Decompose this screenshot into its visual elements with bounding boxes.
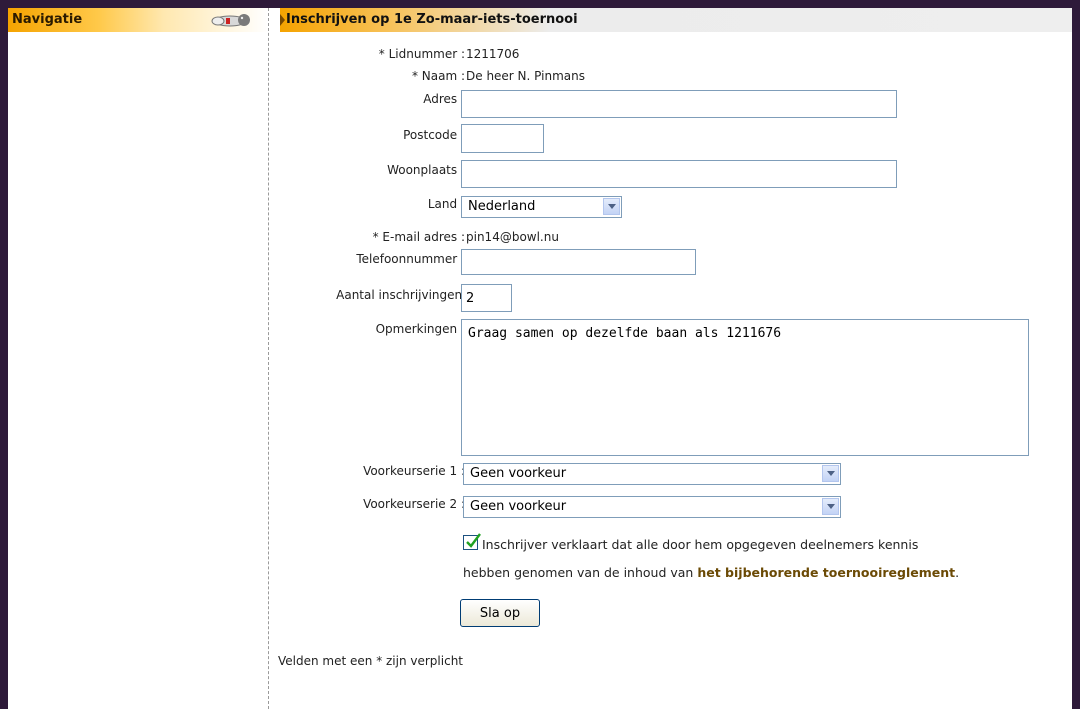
save-button[interactable]: Sla op <box>460 599 540 627</box>
voorkeur2-label-cell: Voorkeurserie 2 : <box>280 497 465 517</box>
land-select[interactable]: Nederland <box>461 196 622 218</box>
woonplaats-label-cell: Woonplaats : <box>280 163 465 183</box>
voorkeur1-label: Voorkeurserie 1 : <box>363 464 465 478</box>
naam-label-cell: * Naam : <box>280 69 465 89</box>
email-value: pin14@bowl.nu <box>466 230 559 244</box>
page: Navigatie Inschrijven op 1e Zo-maar-iets… <box>8 8 1072 709</box>
postcode-label-cell: Postcode : <box>280 128 465 148</box>
email-label-cell: * E-mail adres : <box>280 230 465 250</box>
voorkeur2-selected-value: Geen voorkeur <box>470 499 567 514</box>
naam-label: * Naam : <box>411 69 465 83</box>
land-label-cell: Land : <box>280 197 465 217</box>
chevron-down-icon[interactable] <box>822 465 839 482</box>
sidebar-header: Navigatie <box>8 8 268 32</box>
required-fields-note: Velden met een * zijn verplicht <box>278 654 464 668</box>
declaration-line1: Inschrijver verklaart dat alle door hem … <box>482 537 919 552</box>
lidnummer-value: 1211706 <box>466 47 520 61</box>
aantal-input[interactable] <box>461 284 512 312</box>
woonplaats-label: Woonplaats : <box>387 163 465 177</box>
main-header: Inschrijven op 1e Zo-maar-iets-toernooi <box>280 8 1072 32</box>
declaration-end: . <box>955 565 960 580</box>
telefoon-label-cell: Telefoonnummer : <box>280 252 465 272</box>
voorkeur2-label: Voorkeurserie 2 : <box>363 497 465 511</box>
lidnummer-label: * Lidnummer : <box>378 47 465 61</box>
voorkeur1-label-cell: Voorkeurserie 1 : <box>280 464 465 484</box>
postcode-label: Postcode : <box>403 128 465 142</box>
chevron-down-icon[interactable] <box>822 498 839 515</box>
page-title: Inschrijven op 1e Zo-maar-iets-toernooi <box>286 12 578 27</box>
declaration-text: hebben genomen van de inhoud van <box>463 565 694 580</box>
declaration-checkbox[interactable] <box>463 533 481 550</box>
telefoon-input[interactable] <box>461 249 696 275</box>
aantal-label: Aantal inschrijvingen : <box>336 288 470 302</box>
chevron-down-icon[interactable] <box>603 198 620 215</box>
aantal-label-cell: Aantal inschrijvingen : <box>280 288 470 308</box>
lidnummer-label-cell: * Lidnummer : <box>280 47 465 67</box>
voorkeur2-select[interactable]: Geen voorkeur <box>463 496 841 518</box>
declaration-line2: hebben genomen van de inhoud van het bij… <box>463 565 959 580</box>
adres-label: Adres : <box>423 92 465 106</box>
land-label: Land : <box>427 197 465 211</box>
postcode-input[interactable] <box>461 124 544 153</box>
opmerkingen-label: Opmerkingen : <box>375 322 465 336</box>
sidebar: Navigatie <box>8 8 269 709</box>
arrow-icon <box>280 14 285 26</box>
naam-value: De heer N. Pinmans <box>466 69 585 83</box>
woonplaats-input[interactable] <box>461 160 897 188</box>
voorkeur1-selected-value: Geen voorkeur <box>470 466 567 481</box>
adres-input[interactable] <box>461 90 897 118</box>
sidebar-title: Navigatie <box>12 12 83 27</box>
checkmark-icon <box>466 533 481 548</box>
land-selected-value: Nederland <box>468 199 536 214</box>
bowling-pin-icon <box>211 14 250 27</box>
opmerkingen-label-cell: Opmerkingen : <box>280 322 465 342</box>
telefoon-label: Telefoonnummer : <box>356 252 465 266</box>
toernooireglement-link[interactable]: het bijbehorende toernooireglement <box>697 565 955 580</box>
opmerkingen-textarea[interactable]: Graag samen op dezelfde baan als 1211676 <box>461 319 1029 456</box>
email-label: * E-mail adres : <box>372 230 465 244</box>
adres-label-cell: Adres : <box>280 92 465 112</box>
voorkeur1-select[interactable]: Geen voorkeur <box>463 463 841 485</box>
